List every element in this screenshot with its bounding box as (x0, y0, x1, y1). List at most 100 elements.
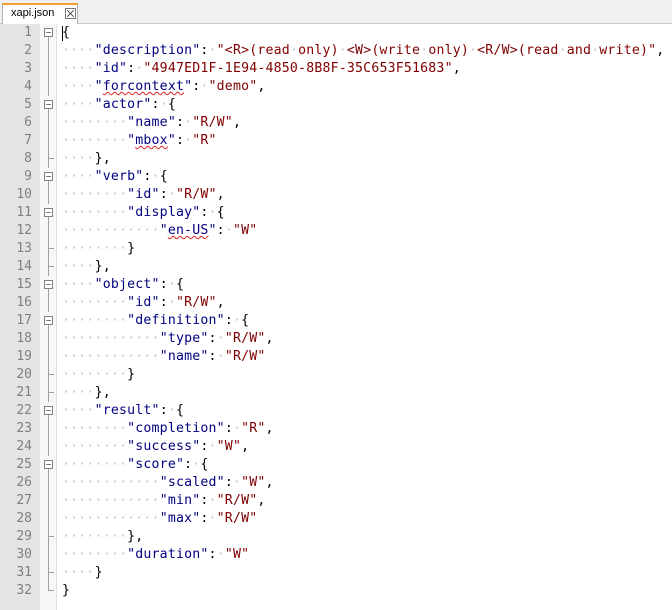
fold-minus-icon[interactable] (44, 316, 53, 325)
code-text: ········"mbox":·"R" (62, 132, 217, 150)
json-string: "R/W" (175, 295, 217, 310)
fold-minus-icon[interactable] (44, 28, 53, 37)
json-string: "R" (241, 421, 266, 436)
whitespace-marker: · (208, 205, 217, 220)
whitespace-marker: · (167, 295, 176, 310)
json-punctuation: : (159, 403, 168, 418)
code-line: 32} (0, 582, 672, 600)
json-punctuation: }, (94, 151, 111, 166)
code-text: ········"score":·{ (62, 456, 209, 474)
fold-minus-icon[interactable] (44, 460, 53, 469)
json-punctuation: { (200, 457, 209, 472)
json-punctuation: , (257, 79, 266, 94)
json-punctuation: : (216, 223, 225, 238)
tab-xapi-json[interactable]: xapi.json (2, 3, 78, 24)
json-key: "name" (159, 349, 209, 364)
line-number: 12 (16, 223, 32, 238)
code-text: ········"id":·"R/W", (62, 186, 225, 204)
tab-bar: xapi.json (0, 0, 672, 24)
indent-marker: ········ (62, 457, 128, 472)
code-line: 14 ····}, (0, 258, 672, 276)
json-string: "W" (232, 223, 258, 238)
whitespace-marker: · (216, 547, 225, 562)
indent-marker: ···· (62, 169, 95, 184)
code-line: 24 ········"success":·"W", (0, 438, 672, 456)
code-text: ····"object":·{ (62, 276, 184, 294)
indent-marker: ············ (62, 331, 160, 346)
line-number: 26 (16, 475, 32, 490)
code-text: ········"completion":·"R", (62, 420, 274, 438)
close-icon[interactable] (65, 8, 76, 19)
code-line: 30 ········"duration":·"W" (0, 546, 672, 564)
code-text: ····"verb":·{ (62, 168, 168, 186)
indent-marker: ···· (62, 277, 95, 292)
code-line: 16 ········"id":·"R/W", (0, 294, 672, 312)
json-string: "W" (216, 439, 242, 454)
json-key: "scaled" (159, 475, 225, 490)
whitespace-marker: · (200, 79, 209, 94)
json-key: "result" (94, 403, 160, 418)
line-number: 20 (16, 367, 32, 382)
json-key: "actor" (94, 97, 152, 112)
json-punctuation: : (175, 133, 185, 148)
whitespace-marker: · (216, 331, 225, 346)
fold-line (48, 492, 49, 510)
fold-line (48, 537, 49, 546)
json-punctuation: : (151, 97, 160, 112)
code-text: ········}, (62, 528, 143, 546)
code-line: 6 ········"name":·"R/W", (0, 114, 672, 132)
line-number: 28 (16, 511, 32, 526)
whitespace-marker: · (167, 277, 176, 292)
code-text: ····} (62, 564, 103, 582)
json-punctuation: , (265, 331, 274, 346)
code-text: ········} (62, 366, 135, 384)
code-line: 11 ········"display":·{ (0, 204, 672, 222)
indent-marker: ············ (62, 475, 160, 490)
code-line: 1{ (0, 24, 672, 42)
json-punctuation: : (224, 475, 233, 490)
code-line: 29 ········}, (0, 528, 672, 546)
line-number: 22 (16, 403, 32, 418)
line-number: 4 (24, 79, 32, 94)
fold-line (48, 159, 49, 168)
code-editor[interactable]: 1{2 ····"description":·"<R>(read·only)·<W… (0, 24, 672, 610)
fold-line (48, 546, 49, 564)
json-punctuation: }, (94, 259, 111, 274)
fold-minus-icon[interactable] (44, 208, 53, 217)
json-punctuation: : (175, 115, 185, 130)
code-line: 10 ········"id":·"R/W", (0, 186, 672, 204)
line-number: 11 (16, 205, 32, 220)
json-key: "duration" (127, 547, 209, 562)
json-key: "object" (94, 277, 160, 292)
indent-marker: ········ (62, 439, 128, 454)
json-punctuation: : (159, 187, 168, 202)
line-number: 14 (16, 259, 32, 274)
json-punctuation: : (200, 43, 209, 58)
whitespace-marker: · (216, 349, 225, 364)
fold-line (48, 114, 49, 132)
line-number: 17 (16, 313, 32, 328)
fold-minus-icon[interactable] (44, 172, 53, 181)
code-text: ····"actor":·{ (62, 96, 176, 114)
fold-minus-icon[interactable] (44, 280, 53, 289)
whitespace-marker: · (151, 169, 160, 184)
json-punctuation: : (200, 439, 209, 454)
indent-marker: ········ (62, 241, 128, 256)
json-punctuation: } (94, 565, 103, 580)
json-punctuation: : (159, 295, 168, 310)
line-number: 2 (24, 43, 32, 58)
indent-marker: ········ (62, 133, 128, 148)
json-key: "max" (159, 511, 201, 526)
line-number: 9 (24, 169, 32, 184)
line-number: 24 (16, 439, 32, 454)
code-line: 13 ········} (0, 240, 672, 258)
indent-marker: ········ (62, 313, 128, 328)
code-text: ········} (62, 240, 135, 258)
fold-minus-icon[interactable] (44, 100, 53, 109)
fold-minus-icon[interactable] (44, 406, 53, 415)
json-string: "W" (224, 547, 250, 562)
indent-marker: ···· (62, 259, 95, 274)
line-number: 8 (24, 151, 32, 166)
json-punctuation: , (656, 43, 665, 58)
json-punctuation: { (175, 277, 185, 292)
